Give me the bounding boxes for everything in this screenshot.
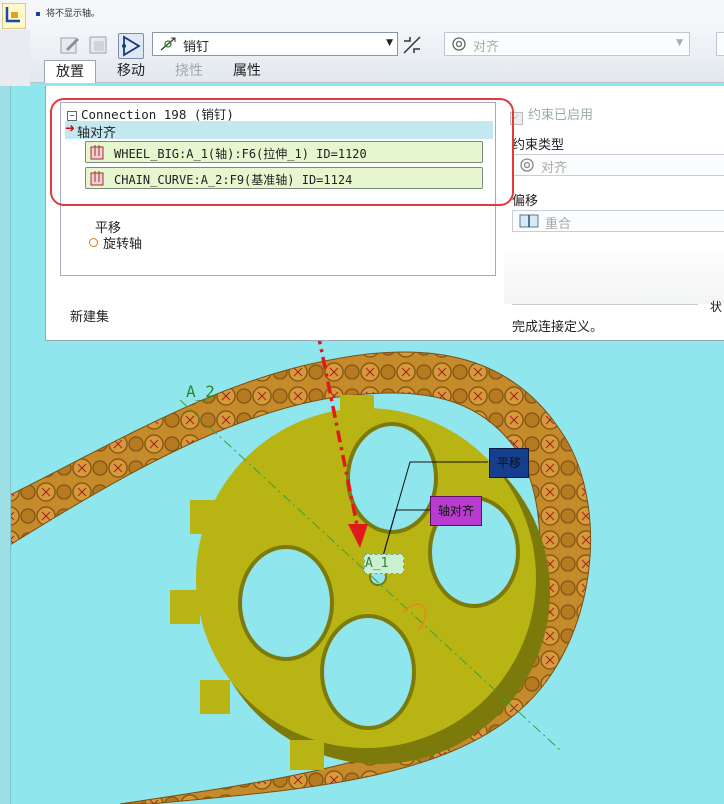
offset-field: 重合: [512, 210, 724, 232]
reference-collector-1[interactable]: WHEEL_BIG:A_1(轴):F6(拉伸_1) ID=1120: [85, 141, 483, 163]
axis-reference-icon: [90, 171, 104, 186]
constraint-type-heading: 约束类型: [512, 138, 565, 153]
callout-axis-align[interactable]: 轴对齐: [430, 496, 482, 526]
reference-label: WHEEL_BIG:A_1(轴):F6(拉伸_1) ID=1120: [114, 147, 367, 161]
tab-move[interactable]: 移动: [106, 60, 156, 82]
tree-item-rotation-axis[interactable]: 旋转轴: [89, 233, 142, 252]
connection-type-select[interactable]: 销钉 ▼: [152, 32, 398, 56]
constraint-enabled-label: 约束已启用: [528, 108, 594, 123]
callout-translation[interactable]: 平移: [489, 448, 529, 478]
tab-placement[interactable]: 放置: [44, 60, 96, 83]
status-divider: [512, 304, 698, 305]
checkbox-icon: ✓: [510, 112, 523, 125]
constraint-type-field: 对齐: [512, 154, 724, 176]
constraint-type-value: 对齐: [541, 161, 568, 176]
connection-type-label: 销钉: [183, 40, 210, 55]
tree-item-label: 轴对齐: [77, 126, 117, 141]
coincident-icon: [519, 214, 539, 228]
viewport-left-edge: [0, 86, 11, 804]
placement-panel: − Connection_198 (销钉) ➜ 轴对齐 WHEEL_BIG:A_1…: [45, 86, 724, 341]
align-icon: [452, 37, 466, 51]
reference-label: CHAIN_CURVE:A_2:F9(基准轴) ID=1124: [114, 173, 353, 187]
align-icon: [520, 158, 534, 172]
left-toolbar-column: [0, 30, 31, 86]
app-assembly-icon[interactable]: [2, 3, 26, 29]
tab-flexibility: 挠性: [175, 63, 203, 79]
arrow-right-icon: ➜: [65, 121, 76, 135]
collapse-icon[interactable]: −: [67, 111, 77, 121]
constraint-type-label: 对齐: [473, 40, 500, 55]
copy-tool-icon[interactable]: [86, 33, 110, 57]
chevron-down-icon: ▼: [386, 38, 393, 48]
status-heading: 状: [710, 300, 723, 314]
reference-collector-2[interactable]: CHAIN_CURVE:A_2:F9(基准轴) ID=1124: [85, 167, 483, 189]
right-panel-spacer: [504, 242, 724, 304]
connection-tree: − Connection_198 (销钉) ➜ 轴对齐 WHEEL_BIG:A_1…: [60, 102, 496, 276]
tree-item-axis-align[interactable]: ➜ 轴对齐: [65, 121, 493, 141]
axis-label-a1[interactable]: A_1: [364, 554, 404, 574]
edit-tool-icon[interactable]: [58, 33, 82, 57]
tab-properties[interactable]: 属性: [222, 60, 272, 82]
flip-icon[interactable]: [400, 33, 424, 57]
dashboard-edge-control[interactable]: [716, 32, 724, 56]
connection-dashboard: 销钉 ▼ 对齐 ▼ 放置 移动 挠性 属性: [30, 30, 724, 83]
rotation-icon: [89, 238, 98, 247]
offset-value: 重合: [545, 217, 572, 232]
status-bullet-icon: [36, 11, 40, 16]
chevron-down-icon: ▼: [676, 38, 683, 48]
status-text: 完成连接定义。: [512, 320, 604, 335]
status-message: 将不显示轴。: [36, 6, 100, 19]
pin-connection-icon: [160, 37, 176, 51]
placement-tool-icon[interactable]: [118, 33, 144, 59]
constraint-type-select: 对齐 ▼: [444, 32, 690, 56]
message-bar: 将不显示轴。: [0, 0, 724, 30]
axis-reference-icon: [90, 145, 104, 160]
constraint-enabled-checkbox: ✓ 约束已启用: [510, 104, 593, 125]
axis-label-a2: A_2: [186, 382, 215, 401]
status-message-text: 将不显示轴。: [46, 9, 101, 19]
tree-root-label: Connection_198 (销钉): [81, 107, 234, 122]
tree-item-label: 旋转轴: [103, 237, 143, 252]
new-set-link[interactable]: 新建集: [70, 306, 109, 325]
offset-heading: 偏移: [512, 194, 539, 209]
